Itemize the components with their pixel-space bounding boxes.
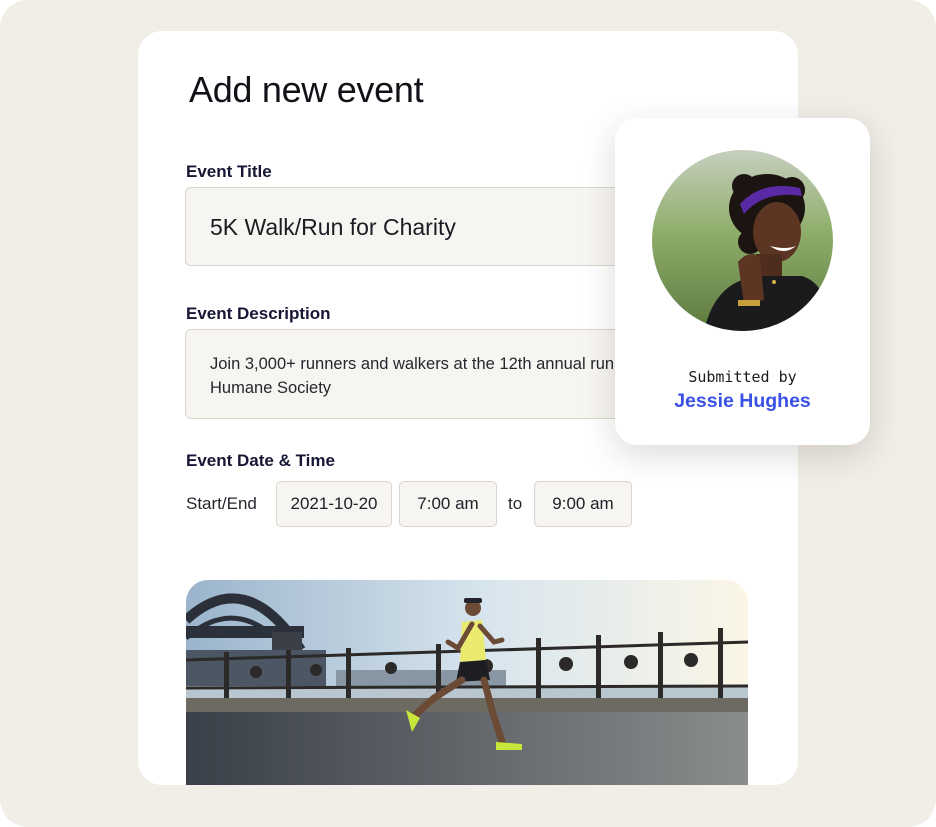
submitter-card: Submitted by Jessie Hughes (615, 118, 870, 445)
event-description-label: Event Description (186, 304, 331, 323)
end-time-field[interactable]: 9:00 am (534, 481, 632, 527)
submitter-name-link[interactable]: Jessie Hughes (615, 390, 870, 413)
start-end-label: Start/End (186, 494, 257, 513)
submitter-avatar (652, 150, 833, 331)
event-title-label: Event Title (186, 162, 272, 181)
page-title: Add new event (189, 69, 424, 110)
start-time-field[interactable]: 7:00 am (399, 481, 497, 527)
event-cover-photo (186, 580, 748, 785)
event-datetime-label: Event Date & Time (186, 451, 335, 470)
event-date-field[interactable]: 2021-10-20 (276, 481, 392, 527)
submitted-by-caption: Submitted by (688, 368, 797, 386)
to-separator: to (508, 494, 523, 513)
